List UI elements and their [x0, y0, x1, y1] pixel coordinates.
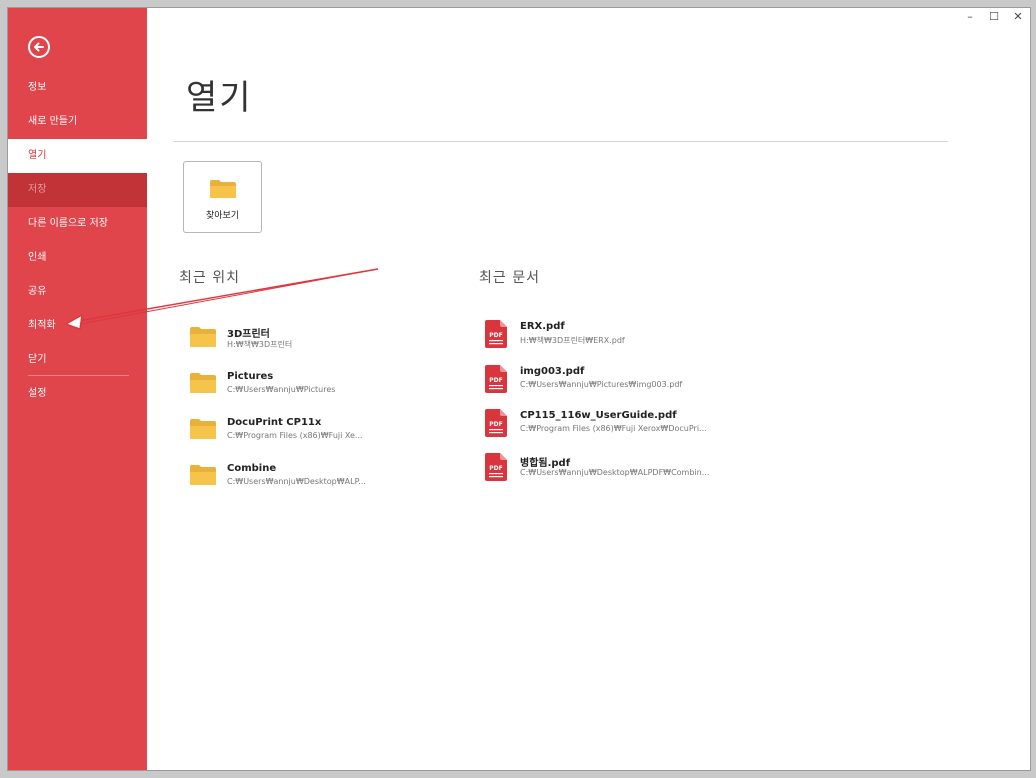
recent-place-name: Pictures [227, 371, 274, 382]
sidebar-item-close[interactable]: 닫기 [8, 343, 147, 377]
recent-place-path: C:₩Program Files (x86)₩Fuji Xe... [227, 431, 363, 440]
svg-text:PDF: PDF [489, 465, 502, 472]
back-arrow-circle-icon[interactable] [28, 36, 50, 58]
sidebar-item-optimize[interactable]: 최적화 [8, 309, 147, 343]
recent-doc-name: ERX.pdf [520, 321, 565, 332]
recent-doc-item[interactable]: PDF ERX.pdf H:₩책₩3D프린터₩ERX.pdf [485, 320, 785, 360]
pdf-file-icon: PDF [485, 365, 507, 393]
sidebar-divider [28, 375, 129, 376]
folder-icon [190, 419, 216, 439]
recent-doc-item[interactable]: PDF img003.pdf C:₩Users₩annju₩Pictures₩i… [485, 365, 785, 405]
app-window: 정보 새로 만들기 열기 저장 다른 이름으로 저장 인쇄 공유 최적화 닫기 … [7, 7, 1031, 771]
minimize-icon[interactable]: – [964, 10, 976, 24]
browse-label: 찾아보기 [205, 211, 240, 221]
recent-place-path: C:₩Users₩annju₩Desktop₩ALP... [227, 477, 366, 486]
recent-place-item[interactable]: Combine C:₩Users₩annju₩Desktop₩ALP... [189, 460, 439, 500]
maximize-icon[interactable]: ☐ [988, 10, 1000, 24]
recent-doc-item[interactable]: PDF CP115_116w_UserGuide.pdf C:₩Program … [485, 409, 785, 449]
folder-icon [190, 465, 216, 485]
recent-places-title: 최근 위치 [179, 270, 240, 286]
backstage-sidebar: 정보 새로 만들기 열기 저장 다른 이름으로 저장 인쇄 공유 최적화 닫기 … [8, 8, 147, 770]
sidebar-item-print[interactable]: 인쇄 [8, 241, 147, 275]
sidebar-item-settings[interactable]: 설정 [8, 377, 147, 411]
window-controls: – ☐ ✕ [964, 10, 1024, 26]
folder-icon [190, 327, 216, 347]
recent-doc-path: C:₩Users₩annju₩Desktop₩ALPDF₩Combin... [520, 468, 710, 477]
recent-doc-path: C:₩Users₩annju₩Pictures₩img003.pdf [520, 380, 683, 389]
close-icon[interactable]: ✕ [1012, 10, 1024, 24]
page-title: 열기 [186, 78, 253, 118]
recent-doc-path: C:₩Program Files (x86)₩Fuji Xerox₩DocuPr… [520, 424, 707, 433]
sidebar-item-share[interactable]: 공유 [8, 275, 147, 309]
recent-doc-name: img003.pdf [520, 366, 585, 377]
svg-text:PDF: PDF [489, 421, 502, 428]
recent-place-path: C:₩Users₩annju₩Pictures [227, 385, 336, 394]
recent-place-name: Combine [227, 463, 277, 474]
recent-place-name: DocuPrint CP11x [227, 417, 322, 428]
pdf-file-icon: PDF [485, 320, 507, 348]
recent-place-name: 3D프린터 [227, 329, 270, 340]
recent-doc-name: 병합됨.pdf [520, 458, 571, 469]
sidebar-item-info[interactable]: 정보 [8, 71, 147, 105]
sidebar-item-new[interactable]: 새로 만들기 [8, 105, 147, 139]
svg-text:PDF: PDF [489, 332, 502, 339]
recent-place-path: H:₩책₩3D프린터 [227, 340, 293, 349]
sidebar-item-save-as[interactable]: 다른 이름으로 저장 [8, 207, 147, 241]
recent-doc-path: H:₩책₩3D프린터₩ERX.pdf [520, 336, 625, 345]
recent-place-item[interactable]: Pictures C:₩Users₩annju₩Pictures [189, 368, 439, 408]
svg-text:PDF: PDF [489, 377, 502, 384]
recent-doc-name: CP115_116w_UserGuide.pdf [520, 410, 677, 421]
folder-icon [190, 373, 216, 393]
sidebar-item-save[interactable]: 저장 [8, 173, 147, 207]
folder-icon [210, 180, 236, 198]
recent-docs-title: 최근 문서 [479, 270, 540, 286]
title-divider [173, 141, 948, 142]
pdf-file-icon: PDF [485, 409, 507, 437]
sidebar-item-open[interactable]: 열기 [8, 139, 147, 173]
recent-place-item[interactable]: 3D프린터 H:₩책₩3D프린터 [189, 322, 439, 362]
recent-doc-item[interactable]: PDF 병합됨.pdf C:₩Users₩annju₩Desktop₩ALPDF… [485, 453, 785, 493]
pdf-file-icon: PDF [485, 453, 507, 481]
browse-button[interactable]: 찾아보기 [183, 161, 262, 233]
recent-place-item[interactable]: DocuPrint CP11x C:₩Program Files (x86)₩F… [189, 414, 439, 454]
